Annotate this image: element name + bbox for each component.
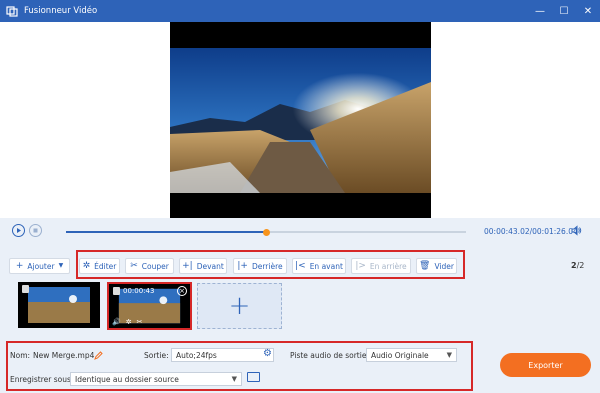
clip-duration: 00:00:43	[123, 287, 155, 295]
progress-track[interactable]	[66, 228, 466, 236]
audio-track-label: Piste audio de sortie :	[290, 351, 372, 360]
progress-fill	[66, 231, 266, 233]
volume-icon[interactable]	[571, 225, 582, 236]
minimize-icon[interactable]: —	[528, 0, 552, 22]
cut-button[interactable]: ✂ Couper	[125, 258, 174, 274]
insert-behind-icon: |+	[237, 260, 248, 271]
front-button[interactable]: +| Devant	[179, 258, 227, 274]
output-settings: Nom: New Merge.mp4 Sortie: Auto;24fps ⚙ …	[0, 338, 600, 393]
output-label: Sortie:	[144, 351, 169, 360]
clip-thumbnail-selected[interactable]: 00:00:43 × 🔊 ✲ ✂	[107, 282, 192, 330]
move-backward-icon: |>	[355, 260, 366, 271]
chevron-down-icon: ▼	[446, 351, 452, 359]
time-readout: 00:00:43.02/00:01:26.04	[484, 227, 578, 236]
page-indicator: 2/2	[571, 261, 585, 270]
maximize-icon[interactable]: ☐	[552, 0, 576, 22]
chevron-down-icon: ▼	[231, 375, 237, 383]
scissors-icon: ✂	[130, 260, 138, 271]
clip-badge-icon	[113, 287, 120, 295]
save-to-select[interactable]: Identique au dossier source ▼	[70, 372, 242, 386]
clip-edit-icon[interactable]: ✲	[126, 318, 132, 326]
save-to-value: Identique au dossier source	[75, 374, 179, 384]
clear-button[interactable]: 🗑 Vider	[416, 258, 457, 274]
chevron-down-icon: ▼	[58, 262, 64, 269]
rename-pencil-icon[interactable]	[94, 351, 103, 360]
audio-track-select[interactable]: Audio Originale ▼	[366, 348, 457, 362]
clip-cut-icon[interactable]: ✂	[137, 318, 143, 326]
remove-clip-icon[interactable]: ×	[177, 286, 187, 296]
video-preview	[170, 22, 431, 218]
forward-button[interactable]: |< En avant	[292, 258, 346, 274]
name-value[interactable]: New Merge.mp4	[33, 351, 94, 360]
page-total: 2	[579, 261, 585, 270]
export-button[interactable]: Exporter	[500, 353, 591, 377]
clip-badge-icon	[22, 285, 29, 293]
edit-button[interactable]: ✲ Éditer	[79, 258, 120, 274]
trash-icon: 🗑	[419, 260, 431, 271]
close-window-icon[interactable]: ✕	[576, 0, 600, 22]
add-label: Ajouter	[27, 261, 55, 271]
add-clip-slot[interactable]: +	[197, 283, 282, 329]
clip-image	[18, 282, 100, 328]
app-logo-icon	[6, 6, 18, 17]
window-title: Fusionneur Vidéo	[24, 6, 98, 16]
clip-audio-icon[interactable]: 🔊	[112, 318, 121, 326]
forward-label: En avant	[309, 261, 343, 271]
clip-strip: 00:00:43 × 🔊 ✲ ✂ +	[0, 280, 600, 335]
plus-icon: +	[15, 260, 24, 271]
play-icon[interactable]	[12, 224, 25, 237]
output-value: Auto;24fps	[176, 350, 217, 360]
edit-label: Éditer	[94, 261, 117, 271]
cut-label: Couper	[141, 261, 169, 271]
backward-label: En arrière	[369, 261, 407, 271]
clip-toolbar: + Ajouter ▼ ✲ Éditer ✂ Couper +| Devant …	[0, 250, 600, 280]
behind-label: Derrière	[251, 261, 283, 271]
move-forward-icon: |<	[295, 260, 306, 271]
audio-track-value: Audio Originale	[371, 350, 429, 360]
progress-handle[interactable]	[262, 228, 270, 236]
folder-icon[interactable]	[247, 372, 260, 382]
add-clip-plus-icon: +	[228, 291, 251, 321]
front-label: Devant	[196, 261, 224, 271]
backward-button[interactable]: |> En arrière	[351, 258, 411, 274]
playback-controls: 00:00:43.02/00:01:26.04	[0, 218, 600, 245]
save-to-label: Enregistrer sous:	[10, 375, 74, 384]
clear-label: Vider	[434, 261, 454, 271]
settings-gear-icon[interactable]: ⚙	[263, 348, 272, 359]
stop-icon[interactable]	[29, 224, 42, 237]
page-current: 2	[571, 261, 577, 270]
title-bar: Fusionneur Vidéo — ☐ ✕	[0, 0, 600, 22]
insert-front-icon: +|	[182, 260, 193, 271]
export-label: Exporter	[528, 360, 563, 370]
behind-button[interactable]: |+ Derrière	[233, 258, 287, 274]
add-button[interactable]: + Ajouter ▼	[9, 258, 70, 274]
video-frame	[170, 22, 431, 218]
name-label: Nom:	[10, 351, 31, 360]
output-format-field[interactable]: Auto;24fps	[171, 348, 274, 362]
preview-area	[0, 22, 600, 218]
clip-thumbnail[interactable]	[18, 282, 100, 328]
edit-star-icon: ✲	[82, 260, 91, 271]
